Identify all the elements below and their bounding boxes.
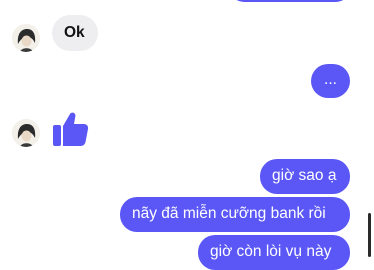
contact-avatar[interactable]: [12, 119, 40, 147]
scrollbar[interactable]: [368, 213, 371, 257]
message-text: Ok: [64, 24, 85, 41]
contact-avatar[interactable]: [12, 24, 40, 52]
message-bubble-outgoing[interactable]: nãy đã miễn cưỡng bank rồi: [120, 197, 350, 232]
message-bubble-outgoing-partial: [230, 0, 350, 2]
message-bubble-incoming[interactable]: Ok: [52, 15, 98, 51]
message-bubble-outgoing[interactable]: ...: [311, 64, 350, 98]
message-text: ...: [324, 71, 337, 88]
thumbs-up-icon[interactable]: [50, 110, 90, 148]
message-bubble-outgoing[interactable]: giờ còn lòi vụ này: [198, 235, 350, 270]
message-text: giờ sao ạ: [272, 167, 337, 184]
message-bubble-outgoing[interactable]: giờ sao ạ: [260, 159, 350, 194]
message-text: nãy đã miễn cưỡng bank rồi: [132, 205, 326, 222]
message-text: giờ còn lòi vụ này: [210, 243, 332, 260]
